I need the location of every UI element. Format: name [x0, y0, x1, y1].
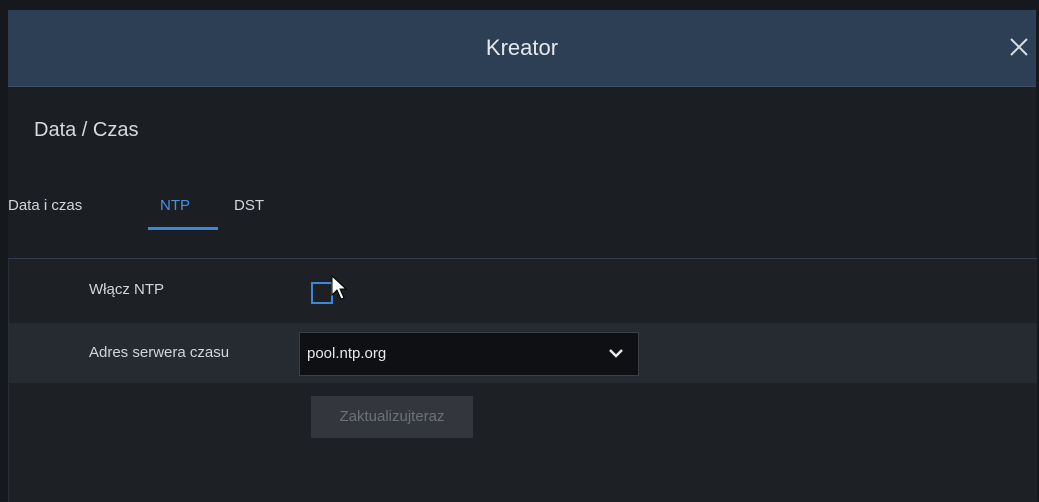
wizard-window: Kreator Data / Czas Data i czas NTP DST … — [0, 0, 1039, 502]
tab-ntp[interactable]: NTP — [160, 197, 190, 214]
enable-ntp-label: Włącz NTP — [89, 281, 164, 298]
title-bar: Kreator — [8, 10, 1036, 87]
mouse-cursor-icon — [331, 275, 347, 300]
close-icon — [1010, 38, 1028, 56]
ntp-settings-panel: Włącz NTP Adres serwera czasu pool.ntp.o… — [8, 258, 1037, 502]
chevron-down-icon — [609, 349, 623, 358]
server-address-select[interactable]: pool.ntp.org — [299, 332, 639, 376]
active-tab-indicator — [148, 227, 218, 230]
enable-ntp-checkbox[interactable] — [311, 282, 333, 304]
tab-date-time[interactable]: Data i czas — [8, 197, 82, 214]
server-address-label: Adres serwera czasu — [89, 344, 230, 361]
section-title: Data / Czas — [34, 119, 139, 141]
wizard-body: Data / Czas Data i czas NTP DST Włącz NT… — [8, 87, 1037, 502]
close-button[interactable] — [1004, 32, 1034, 62]
enable-ntp-row: Włącz NTP — [9, 261, 1037, 321]
server-address-value: pool.ntp.org — [307, 345, 387, 362]
window-title: Kreator — [485, 35, 559, 60]
server-address-row: Adres serwera czasu pool.ntp.org — [9, 323, 1037, 383]
tab-dst[interactable]: DST — [234, 197, 264, 214]
update-now-button[interactable]: Zaktualizujteraz — [311, 396, 473, 438]
